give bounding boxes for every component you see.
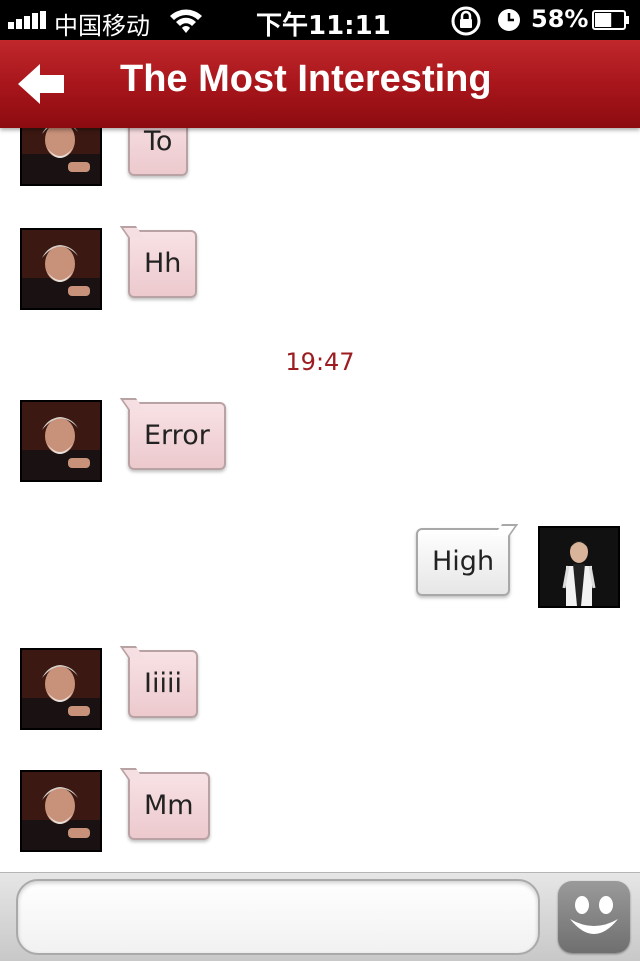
- nav-bar: The Most Interesting: [0, 40, 640, 128]
- page-title: The Most Interesting: [120, 58, 492, 100]
- battery-percent: 58%: [531, 5, 589, 33]
- message-bubble[interactable]: Error: [128, 402, 226, 470]
- rotation-lock-icon: [451, 6, 481, 36]
- message-timestamp: 19:47: [285, 348, 355, 376]
- status-time: 下午11:11: [256, 11, 391, 41]
- battery-icon: [592, 10, 629, 30]
- status-bar: 中国移动 下午11:11 58%: [0, 0, 640, 41]
- wifi-icon: [170, 9, 202, 33]
- alarm-clock-icon: [498, 9, 520, 31]
- chat-thread[interactable]: To Hh 19:47 Error High Iiiii Mm: [0, 128, 640, 872]
- user-avatar[interactable]: [538, 526, 620, 608]
- smiley-icon: [570, 896, 618, 934]
- emoji-button[interactable]: [558, 881, 630, 953]
- contact-avatar[interactable]: [20, 770, 102, 852]
- signal-strength-icon: [8, 11, 48, 29]
- carrier-name: 中国移动: [54, 12, 150, 40]
- message-bubble[interactable]: Hh: [128, 230, 198, 298]
- contact-avatar[interactable]: [20, 128, 102, 186]
- message-bubble[interactable]: Mm: [128, 772, 210, 840]
- contact-avatar[interactable]: [20, 400, 102, 482]
- input-bar: [0, 872, 640, 961]
- message-input[interactable]: [16, 879, 540, 955]
- message-bubble[interactable]: To: [128, 128, 189, 176]
- message-bubble[interactable]: High: [416, 528, 511, 596]
- message-bubble[interactable]: Iiiii: [128, 650, 198, 718]
- back-arrow-icon[interactable]: [14, 60, 70, 108]
- contact-avatar[interactable]: [20, 648, 102, 730]
- contact-avatar[interactable]: [20, 228, 102, 310]
